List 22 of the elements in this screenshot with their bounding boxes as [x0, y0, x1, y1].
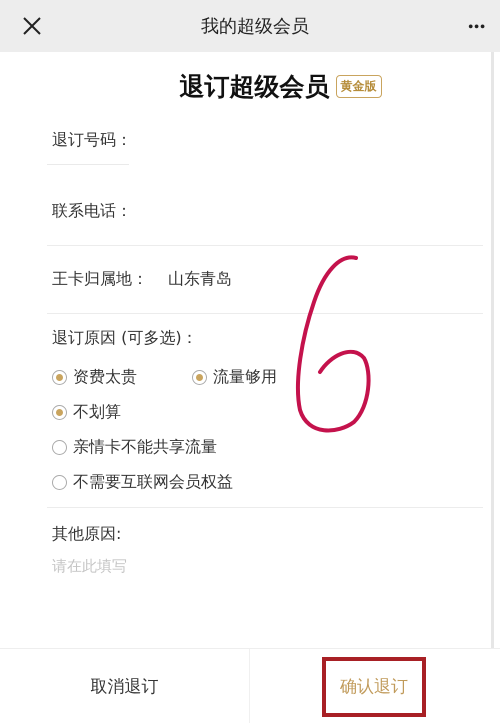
field-label: 联系电话：	[52, 200, 132, 222]
radio-button[interactable]	[52, 440, 67, 455]
field-label: 其他原因:	[52, 524, 122, 545]
page-title: 退订超级会员	[180, 71, 330, 103]
reason-option[interactable]: 亲情卡不能共享流量	[52, 437, 412, 458]
close-button[interactable]	[22, 16, 42, 36]
radio-button[interactable]	[52, 405, 67, 420]
close-icon	[22, 16, 42, 36]
reason-option[interactable]: 流量够用	[192, 367, 332, 388]
radio-button[interactable]	[52, 370, 67, 385]
radio-button[interactable]	[52, 475, 67, 490]
reason-option[interactable]: 不需要互联网会员权益	[52, 472, 412, 493]
field-value: 山东青岛	[168, 269, 232, 290]
more-button[interactable]: •••	[468, 19, 486, 33]
radio-button[interactable]	[192, 370, 207, 385]
field-label: 退订原因 (可多选)：	[52, 328, 198, 349]
field-label: 退订号码：	[52, 130, 132, 150]
reason-option[interactable]: 资费太贵	[52, 367, 192, 388]
tier-badge: 黄金版	[336, 75, 382, 98]
reason-option[interactable]: 不划算	[52, 402, 192, 423]
window-title: 我的超级会员	[201, 15, 310, 38]
field-label: 王卡归属地：	[52, 269, 148, 290]
